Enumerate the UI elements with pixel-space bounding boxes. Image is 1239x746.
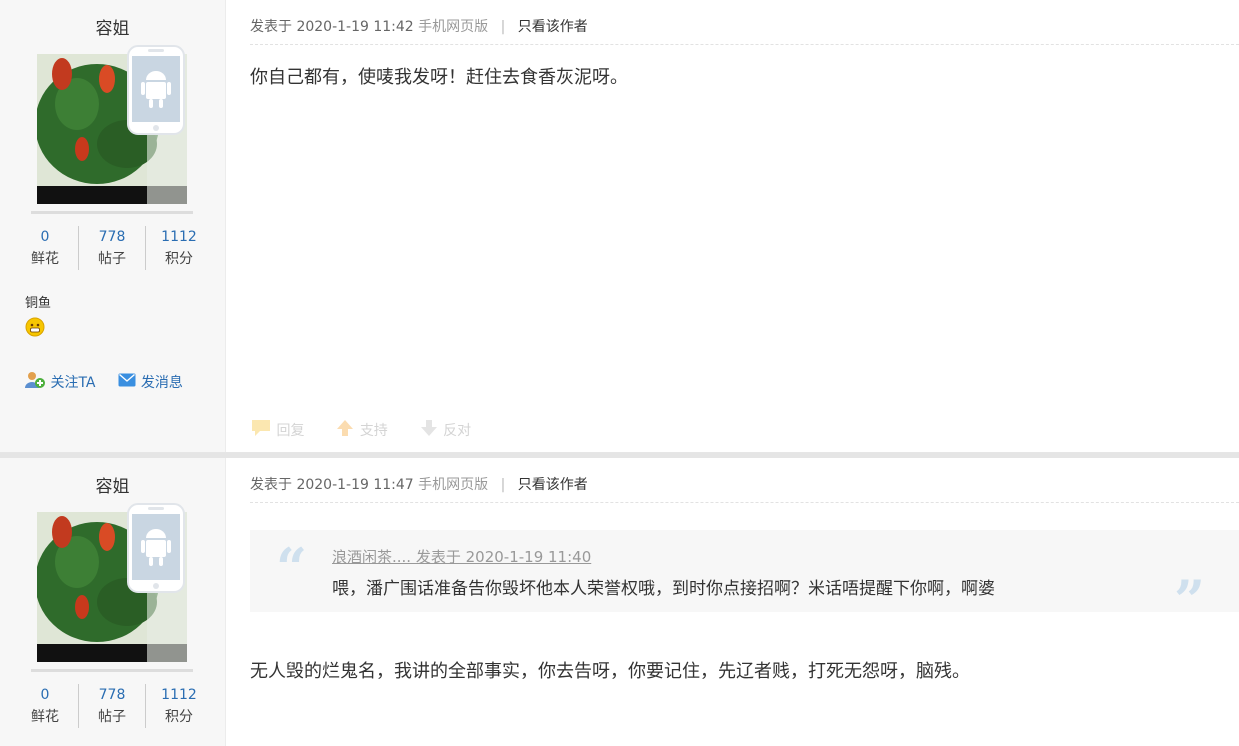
message-link[interactable]: 发消息 — [141, 372, 183, 392]
post-time: 发表于 2020-1-19 11:42 — [250, 19, 414, 35]
author-name[interactable]: 容姐 — [0, 472, 225, 497]
quote-close-mark: ” — [1173, 568, 1205, 632]
post-1: 容姐 0 鲜花 778 帖子 1112 积分 铜鱼 关注TA 发消息 发表于 2… — [0, 0, 1239, 453]
quote-text: 喂，潘广围话准备告你毁坏他本人荣誉权哦，到时你点接招啊？米话唔提醒下你啊，啊婆 — [332, 579, 995, 599]
stat-value[interactable]: 778 — [79, 684, 145, 706]
post-2: 容姐 0 鲜花 778 帖子 1112 积分 发表于 2020-1-19 11:… — [0, 453, 1239, 746]
stat-label: 鲜花 — [31, 709, 59, 725]
reply-button[interactable]: 回复 — [276, 420, 304, 440]
meta-separator: | — [500, 477, 506, 493]
author-stats: 0 鲜花 778 帖子 1112 积分 — [12, 684, 212, 728]
android-phone-icon — [126, 44, 186, 136]
follow-link[interactable]: 关注TA — [50, 372, 95, 392]
follow-icon[interactable] — [24, 371, 46, 393]
stat-label: 积分 — [165, 709, 193, 725]
post-main: 发表于 2020-1-19 11:47 手机网页版 | 只看该作者 “ 浪酒闲茶… — [226, 458, 1239, 746]
oppose-button[interactable]: 反对 — [443, 420, 471, 440]
post-meta: 发表于 2020-1-19 11:42 手机网页版 | 只看该作者 — [250, 16, 588, 36]
avatar-divider — [31, 669, 193, 672]
stat-posts[interactable]: 778 帖子 — [78, 226, 145, 270]
avatar-divider — [31, 211, 193, 214]
only-author-link[interactable]: 只看该作者 — [518, 477, 588, 493]
quote-open-mark: “ — [276, 536, 308, 600]
post-actions: 回复 支持 反对 — [250, 418, 471, 442]
stat-label: 鲜花 — [31, 251, 59, 267]
stat-points[interactable]: 1112 积分 — [145, 684, 212, 728]
post-content: 无人毁的烂鬼名，我讲的全部事实，你去告呀，你要记住，先辽者贱，打死无怨呀，脑残。 — [250, 661, 970, 682]
stat-points[interactable]: 1112 积分 — [145, 226, 212, 270]
post-source[interactable]: 手机网页版 — [418, 477, 488, 493]
stat-label: 帖子 — [98, 251, 126, 267]
author-sidebar: 容姐 — [0, 458, 226, 746]
post-main: 发表于 2020-1-19 11:42 手机网页版 | 只看该作者 你自己都有，… — [226, 0, 1239, 452]
stat-value[interactable]: 1112 — [146, 684, 212, 706]
stat-label: 积分 — [165, 251, 193, 267]
oppose-icon[interactable] — [419, 418, 439, 442]
post-time: 发表于 2020-1-19 11:47 — [250, 477, 414, 493]
author-actions: 关注TA 发消息 — [24, 371, 183, 393]
support-button[interactable]: 支持 — [360, 420, 388, 440]
quote-block: “ 浪酒闲茶.... 发表于 2020-1-19 11:40 喂，潘广围话准备告… — [250, 530, 1239, 632]
post-content: 你自己都有，使唛我发呀！赶住去食香灰泥呀。 — [250, 67, 628, 88]
stat-flowers[interactable]: 0 鲜花 — [12, 684, 78, 728]
stat-value[interactable]: 0 — [12, 684, 78, 706]
stat-value[interactable]: 778 — [79, 226, 145, 248]
stat-value[interactable]: 0 — [12, 226, 78, 248]
meta-divider — [250, 44, 1239, 45]
quote-header-link[interactable]: 浪酒闲茶.... 发表于 2020-1-19 11:40 — [332, 546, 591, 567]
support-icon[interactable] — [335, 418, 355, 442]
stat-posts[interactable]: 778 帖子 — [78, 684, 145, 728]
author-stats: 0 鲜花 778 帖子 1112 积分 — [12, 226, 212, 270]
smile-rank-icon — [25, 317, 45, 341]
stat-flowers[interactable]: 0 鲜花 — [12, 226, 78, 270]
author-sidebar: 容姐 — [0, 0, 226, 452]
stat-label: 帖子 — [98, 709, 126, 725]
android-phone-icon — [126, 502, 186, 594]
post-source[interactable]: 手机网页版 — [418, 19, 488, 35]
reply-icon[interactable] — [250, 418, 272, 442]
stat-value[interactable]: 1112 — [146, 226, 212, 248]
user-rank: 铜鱼 — [25, 296, 52, 311]
meta-divider — [250, 502, 1239, 503]
only-author-link[interactable]: 只看该作者 — [518, 19, 588, 35]
author-name[interactable]: 容姐 — [0, 14, 225, 39]
meta-separator: | — [500, 19, 506, 35]
post-meta: 发表于 2020-1-19 11:47 手机网页版 | 只看该作者 — [250, 474, 588, 494]
message-icon[interactable] — [118, 373, 136, 391]
